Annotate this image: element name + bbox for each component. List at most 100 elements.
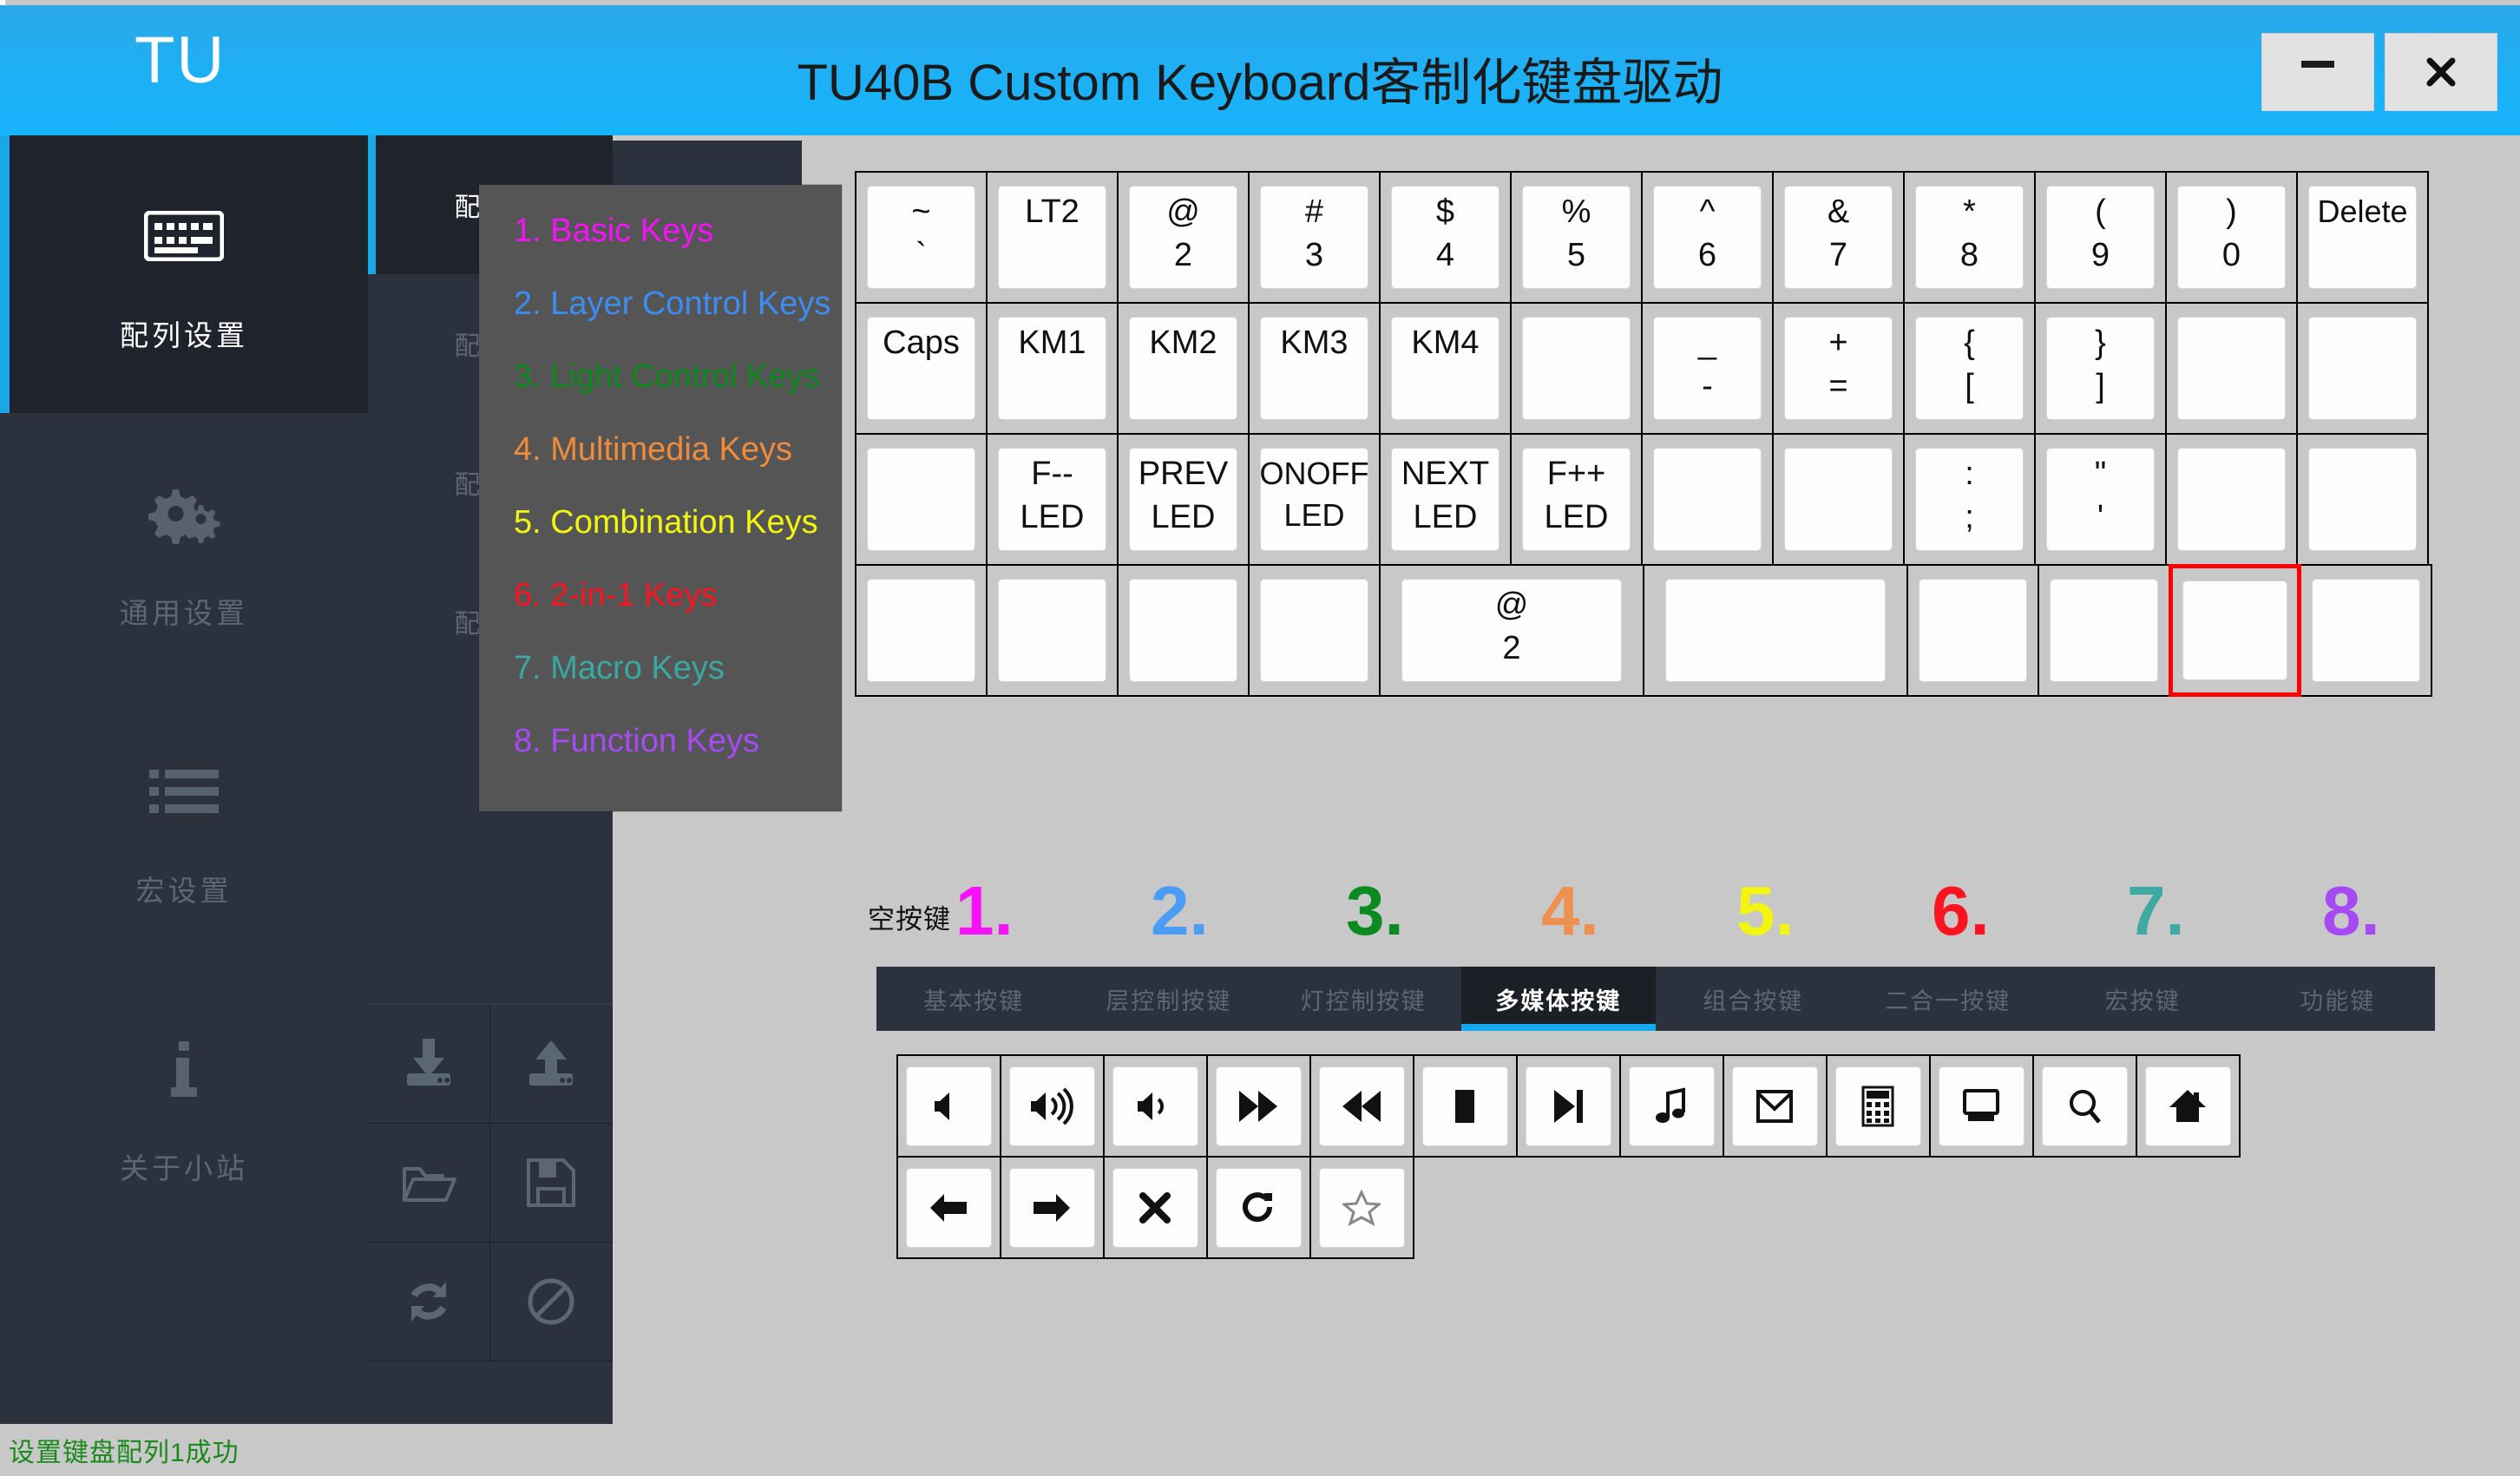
browser-back-icon — [906, 1167, 992, 1248]
keyboard-key[interactable] — [855, 433, 988, 566]
palette-key[interactable] — [896, 1054, 1001, 1158]
palette-key[interactable] — [1103, 1054, 1208, 1158]
keyboard-key[interactable] — [2296, 433, 2429, 566]
sidebar-item-about[interactable]: 关于小站 — [0, 968, 368, 1246]
keyboard-key[interactable]: KM4 — [1379, 302, 1512, 435]
reset-sync-button[interactable] — [368, 1243, 490, 1361]
sidebar-item-macro-settings[interactable]: 宏设置 — [0, 691, 368, 968]
palette-key[interactable] — [2136, 1054, 2241, 1158]
palette-key[interactable] — [1000, 1156, 1105, 1259]
keyboard-key[interactable] — [2038, 564, 2170, 697]
keyboard-key[interactable]: PREV LED — [1117, 433, 1250, 566]
sidebar-item-general-settings[interactable]: 通用设置 — [0, 413, 368, 691]
key-legend-bottom: 8 — [1959, 236, 1979, 273]
palette-key[interactable] — [1516, 1054, 1621, 1158]
keyboard-key[interactable] — [986, 564, 1119, 697]
keyboard-key[interactable]: ONOFF LED — [1248, 433, 1381, 566]
tab-7[interactable]: 功能键 — [2241, 967, 2436, 1031]
keyboard-key[interactable]: " ' — [2034, 433, 2167, 566]
keyboard-key[interactable]: ) 0 — [2165, 171, 2298, 304]
keyboard-key[interactable]: KM3 — [1248, 302, 1381, 435]
open-file-button[interactable] — [368, 1124, 490, 1243]
keyboard-key[interactable]: ^ 6 — [1641, 171, 1774, 304]
keyboard-key[interactable] — [2169, 564, 2301, 697]
keyboard-icon — [144, 194, 224, 278]
palette-key[interactable] — [1826, 1054, 1931, 1158]
keyboard-key[interactable] — [1772, 433, 1905, 566]
palette-key[interactable] — [1309, 1156, 1414, 1259]
save-file-button[interactable] — [490, 1124, 613, 1243]
keyboard-key[interactable]: F++ LED — [1510, 433, 1643, 566]
keyboard-key[interactable]: NEXT LED — [1379, 433, 1512, 566]
upload-to-keyboard-button[interactable] — [490, 1005, 613, 1124]
keyboard-key[interactable]: KM1 — [986, 302, 1119, 435]
keyboard-key[interactable] — [2165, 302, 2298, 435]
keyboard-key[interactable]: @2 — [1117, 171, 1250, 304]
keyboard-key[interactable]: % 5 — [1510, 171, 1643, 304]
keyboard-key[interactable]: #3 — [1248, 171, 1381, 304]
keyboard-key[interactable] — [2300, 564, 2432, 697]
tab-5[interactable]: 二合一按键 — [1851, 967, 2046, 1031]
keyboard-key[interactable]: _ - — [1641, 302, 1774, 435]
palette-key[interactable] — [1619, 1054, 1724, 1158]
keyboard-key[interactable] — [2296, 302, 2429, 435]
palette-key[interactable] — [1000, 1054, 1105, 1158]
keyboard-key[interactable] — [2165, 433, 2298, 566]
legend-popup-item-6: 6. 2-in-1 Keys — [514, 577, 718, 613]
palette-key[interactable] — [896, 1156, 1001, 1259]
disable-clear-button[interactable] — [490, 1243, 613, 1361]
palette-key[interactable] — [1309, 1054, 1414, 1158]
key-legend-top: F++ — [1546, 455, 1606, 492]
keyboard-key[interactable] — [1641, 433, 1774, 566]
keyboard-key[interactable]: & 7 — [1772, 171, 1905, 304]
keyboard-key[interactable]: $4 — [1379, 171, 1512, 304]
keyboard-key[interactable]: @2 — [1379, 564, 1644, 697]
tab-3[interactable]: 多媒体按键 — [1460, 967, 1656, 1031]
keyboard-key[interactable]: ~ ` — [855, 171, 988, 304]
keyboard-key[interactable] — [1906, 564, 2039, 697]
palette-key[interactable] — [1206, 1156, 1311, 1259]
keyboard-key[interactable]: :; — [1903, 433, 2036, 566]
app-window: TU TU40B Custom Keyboard客制化键盘驱动 配列设置 通用设… — [0, 0, 2520, 1476]
palette-key[interactable] — [1206, 1054, 1311, 1158]
sidebar-item-layout-settings[interactable]: 配列设置 — [0, 135, 368, 413]
keyboard-key[interactable]: * 8 — [1903, 171, 2036, 304]
keyboard-key[interactable] — [855, 564, 988, 697]
keyboard-key[interactable] — [1643, 564, 1908, 697]
keyboard-key[interactable]: Caps — [855, 302, 988, 435]
keyboard-key[interactable] — [1117, 564, 1250, 697]
download-from-keyboard-button[interactable] — [368, 1005, 490, 1124]
palette-key[interactable] — [1723, 1054, 1828, 1158]
keyboard-key[interactable] — [1248, 564, 1381, 697]
empty-key-label: 空按键 — [868, 904, 951, 935]
keyboard-key[interactable]: + = — [1772, 302, 1905, 435]
keyboard-key[interactable]: (9 — [2034, 171, 2167, 304]
tab-2[interactable]: 灯控制按键 — [1266, 967, 1461, 1031]
browser-stop-icon — [1112, 1167, 1198, 1248]
sidebar-item-label: 宏设置 — [135, 875, 233, 907]
palette-key[interactable] — [1413, 1054, 1518, 1158]
keyboard-key[interactable]: Delete — [2296, 171, 2429, 304]
palette-key[interactable] — [1929, 1054, 2034, 1158]
gears-icon — [147, 472, 221, 555]
search-icon — [2042, 1066, 2128, 1146]
legend-number: 3. — [1346, 872, 1404, 949]
volume-down-icon — [1112, 1066, 1198, 1146]
key-legend-top: Caps — [883, 324, 960, 361]
tab-1[interactable]: 层控制按键 — [1072, 967, 1267, 1031]
keyboard-key[interactable]: KM2 — [1117, 302, 1250, 435]
key-legend-top: $ — [1435, 193, 1455, 230]
keyboard-key[interactable]: F-- LED — [986, 433, 1119, 566]
key-category-tabs: 基本按键 层控制按键 灯控制按键 多媒体按键 组合按键 二合一按键 宏按键 功能键 — [876, 967, 2435, 1031]
keyboard-key[interactable]: LT2 — [986, 171, 1119, 304]
tab-4[interactable]: 组合按键 — [1656, 967, 1851, 1031]
tab-6[interactable]: 宏按键 — [2045, 967, 2241, 1031]
tab-0[interactable]: 基本按键 — [876, 967, 1072, 1031]
keyboard-key[interactable]: }] — [2034, 302, 2167, 435]
minimize-button[interactable] — [2261, 33, 2374, 111]
keyboard-key[interactable] — [1510, 302, 1643, 435]
keyboard-key[interactable]: {[ — [1903, 302, 2036, 435]
palette-key[interactable] — [1103, 1156, 1208, 1259]
palette-key[interactable] — [2032, 1054, 2137, 1158]
close-button[interactable] — [2385, 33, 2497, 111]
